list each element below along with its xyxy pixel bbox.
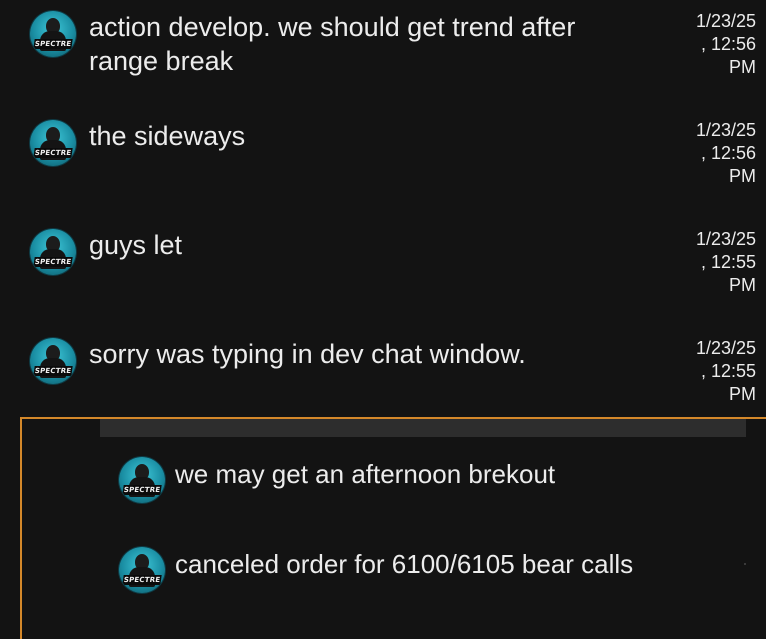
timestamp-clock: , 12:56	[700, 34, 756, 54]
user-avatar[interactable]: SPECTRE	[119, 547, 165, 593]
avatar-logo-text: SPECTRE	[122, 575, 162, 585]
message-timestamp: 1/23/25 , 12:55 PM	[666, 337, 756, 406]
timestamp-date: 1/23/25	[695, 11, 756, 31]
timestamp-ampm: PM	[729, 384, 756, 404]
timestamp-clock: , 12:55	[700, 252, 756, 272]
thread-reply[interactable]: SPECTRE we may get an afternoon brekout	[22, 457, 766, 547]
reply-text: canceled order for 6100/6105 bear calls	[175, 549, 634, 579]
chat-message[interactable]: SPECTRE guys let 1/23/25 , 12:55 PM	[0, 218, 766, 326]
user-avatar[interactable]: SPECTRE	[30, 229, 76, 275]
user-avatar[interactable]: SPECTRE	[119, 457, 165, 503]
message-text: sorry was typing in dev chat window.	[89, 339, 526, 369]
timestamp-date: 1/23/25	[695, 338, 756, 358]
user-avatar[interactable]: SPECTRE	[30, 11, 76, 57]
message-text: action develop. we should get trend afte…	[89, 12, 576, 76]
user-avatar[interactable]: SPECTRE	[30, 120, 76, 166]
message-timestamp: 1/23/25 , 12:55 PM	[666, 228, 756, 297]
avatar-logo-text: SPECTRE	[33, 39, 73, 49]
chat-message[interactable]: SPECTRE action develop. we should get tr…	[0, 0, 766, 108]
avatar-logo-text: SPECTRE	[33, 148, 73, 158]
avatar-logo-text: SPECTRE	[33, 366, 73, 376]
timestamp-ampm: PM	[729, 275, 756, 295]
chat-message[interactable]: SPECTRE the sideways 1/23/25 , 12:56 PM	[0, 109, 766, 217]
timestamp-date: 1/23/25	[695, 229, 756, 249]
timestamp-clock: , 12:56	[700, 143, 756, 163]
message-timestamp: 1/23/25 , 12:56 PM	[666, 119, 756, 188]
thread-reply[interactable]: SPECTRE canceled order for 6100/6105 bea…	[22, 547, 766, 637]
message-text: guys let	[89, 230, 183, 260]
timestamp-clock: , 12:55	[700, 361, 756, 381]
user-avatar[interactable]: SPECTRE	[30, 338, 76, 384]
timestamp-ampm: PM	[729, 57, 756, 77]
avatar-logo-text: SPECTRE	[122, 485, 162, 495]
timestamp-ampm: PM	[729, 166, 756, 186]
avatar-logo-text: SPECTRE	[33, 257, 73, 267]
thread-header-bar	[100, 419, 746, 437]
reply-marker	[744, 563, 746, 565]
highlighted-thread[interactable]: SPECTRE we may get an afternoon brekout …	[20, 417, 766, 639]
message-text: the sideways	[89, 121, 246, 151]
message-timestamp: 1/23/25 , 12:56 PM	[666, 10, 756, 79]
timestamp-date: 1/23/25	[695, 120, 756, 140]
reply-text: we may get an afternoon brekout	[175, 459, 556, 489]
